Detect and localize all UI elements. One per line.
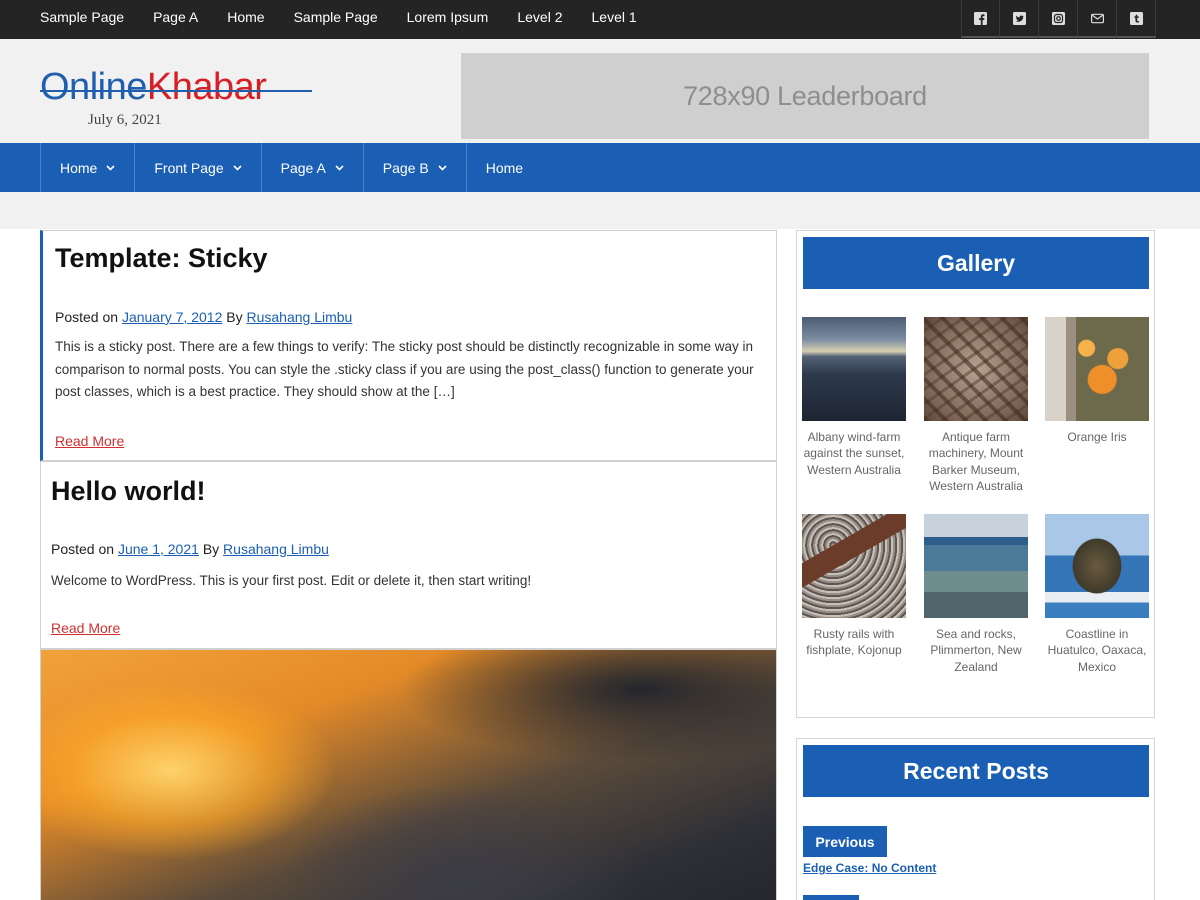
top-nav-item-level-2[interactable]: Level 2: [517, 0, 562, 39]
main-nav-label: Page A: [280, 159, 326, 176]
logo-underline: [40, 90, 312, 92]
top-nav-item-level-1[interactable]: Level 1: [592, 0, 637, 39]
header-date: July 6, 2021: [88, 112, 162, 128]
post-featured-image: [40, 649, 777, 900]
main-nav-item-home[interactable]: Home: [40, 143, 134, 192]
main-nav-item-front-page[interactable]: Front Page: [134, 143, 260, 192]
main-nav-items: Home Front Page Page A Page B Home: [40, 143, 542, 192]
chevron-down-icon: [233, 164, 242, 171]
gallery-caption: Coastline in Huatulco, Oaxaca, Mexico: [1047, 627, 1147, 674]
top-nav-item-lorem-ipsum[interactable]: Lorem Ipsum: [407, 0, 489, 39]
top-nav-item-sample-page[interactable]: Sample Page: [40, 0, 124, 39]
widget-title: Recent Posts: [803, 745, 1149, 797]
post-sticky: Template: Sticky Posted on January 7, 20…: [40, 230, 777, 461]
post-date-link[interactable]: January 7, 2012: [122, 309, 222, 325]
main-nav-label: Home: [485, 159, 524, 176]
post-title[interactable]: Template: Sticky: [55, 243, 268, 274]
gallery-caption: Albany wind-farm against the sunset, Wes…: [803, 430, 905, 477]
gallery-caption: Sea and rocks, Plimmerton, New Zealand: [930, 627, 1022, 674]
top-bar: Sample Page Page A Home Sample Page Lore…: [0, 0, 1200, 39]
widget-title: Gallery: [803, 237, 1149, 289]
top-nav: Sample Page Page A Home Sample Page Lore…: [40, 0, 666, 39]
gallery-caption: Orange Iris: [1067, 430, 1127, 444]
chevron-down-icon: [438, 164, 447, 171]
post-excerpt: This is a sticky post. There are a few t…: [55, 339, 754, 399]
email-icon[interactable]: [1078, 0, 1117, 38]
logo-text: OnlineKhabar: [40, 67, 320, 107]
posted-on-label: Posted on: [55, 309, 119, 325]
main-nav-label: Front Page: [154, 159, 224, 176]
previous-button[interactable]: Previous: [803, 826, 887, 857]
gallery-image[interactable]: [1045, 514, 1149, 618]
gallery-image[interactable]: [1045, 317, 1149, 421]
post-author-link[interactable]: Rusahang Limbu: [246, 309, 352, 325]
post-author-link[interactable]: Rusahang Limbu: [223, 541, 329, 557]
by-label: By: [202, 541, 220, 557]
main-nav-label: Home: [60, 159, 98, 176]
gallery-widget: Gallery Albany wind-farm against the sun…: [796, 230, 1155, 718]
post-meta: Posted on January 7, 2012 By Rusahang Li…: [55, 309, 352, 325]
post-title[interactable]: Hello world!: [51, 476, 206, 507]
post-excerpt: Welcome to WordPress. This is your first…: [51, 573, 532, 588]
gallery-image[interactable]: [802, 514, 906, 618]
site-header: OnlineKhabar July 6, 2021 728x90 Leaderb…: [0, 39, 1200, 143]
gallery-item-albany[interactable]: Albany wind-farm against the sunset, Wes…: [802, 317, 906, 478]
main-nav-item-page-a[interactable]: Page A: [260, 143, 363, 192]
main-nav-item-home-2[interactable]: Home: [465, 143, 542, 192]
gallery-caption: Antique farm machinery, Mount Barker Mus…: [928, 430, 1024, 493]
main-nav-item-page-b[interactable]: Page B: [362, 143, 466, 192]
gallery-image[interactable]: [802, 317, 906, 421]
top-nav-item-page-a[interactable]: Page A: [153, 0, 198, 39]
gallery-image[interactable]: [924, 317, 1028, 421]
chevron-down-icon: [106, 164, 115, 171]
main-nav-label: Page B: [382, 159, 429, 176]
twitter-icon[interactable]: [1000, 0, 1039, 38]
read-more-link[interactable]: Read More: [55, 433, 124, 449]
featured-image[interactable]: [41, 650, 776, 900]
facebook-icon[interactable]: [961, 0, 1000, 38]
next-button[interactable]: [803, 895, 859, 900]
gallery-item-rusty-rails[interactable]: Rusty rails with fishplate, Kojonup: [802, 514, 906, 659]
post-hello-world: Hello world! Posted on June 1, 2021 By R…: [40, 461, 777, 649]
site-logo[interactable]: OnlineKhabar: [40, 67, 320, 107]
recent-posts-widget: Recent Posts Previous Edge Case: No Cont…: [796, 738, 1155, 900]
logo-part-khabar: Khabar: [146, 66, 267, 108]
read-more-link[interactable]: Read More: [51, 620, 120, 636]
gallery-item-coastline[interactable]: Coastline in Huatulco, Oaxaca, Mexico: [1045, 514, 1149, 675]
gallery-item-farm-machinery[interactable]: Antique farm machinery, Mount Barker Mus…: [924, 317, 1028, 494]
gallery-caption: Rusty rails with fishplate, Kojonup: [806, 627, 902, 658]
tumblr-icon[interactable]: [1117, 0, 1156, 38]
logo-part-online: Online: [40, 66, 147, 108]
instagram-icon[interactable]: [1039, 0, 1078, 38]
top-nav-item-sample-page-2[interactable]: Sample Page: [294, 0, 378, 39]
gallery-item-sea-rocks[interactable]: Sea and rocks, Plimmerton, New Zealand: [924, 514, 1028, 675]
gallery-image[interactable]: [924, 514, 1028, 618]
main-nav: Home Front Page Page A Page B Home: [0, 143, 1200, 192]
by-label: By: [226, 309, 243, 325]
recent-post-link[interactable]: Edge Case: No Content: [803, 861, 936, 875]
post-meta: Posted on June 1, 2021 By Rusahang Limbu: [51, 541, 329, 557]
post-date-link[interactable]: June 1, 2021: [118, 541, 199, 557]
social-links: [961, 0, 1156, 39]
chevron-down-icon: [335, 164, 344, 171]
posted-on-label: Posted on: [51, 541, 115, 557]
top-nav-item-home[interactable]: Home: [227, 0, 264, 39]
gallery-item-orange-iris[interactable]: Orange Iris: [1045, 317, 1149, 445]
leaderboard-ad[interactable]: 728x90 Leaderboard: [461, 53, 1149, 139]
